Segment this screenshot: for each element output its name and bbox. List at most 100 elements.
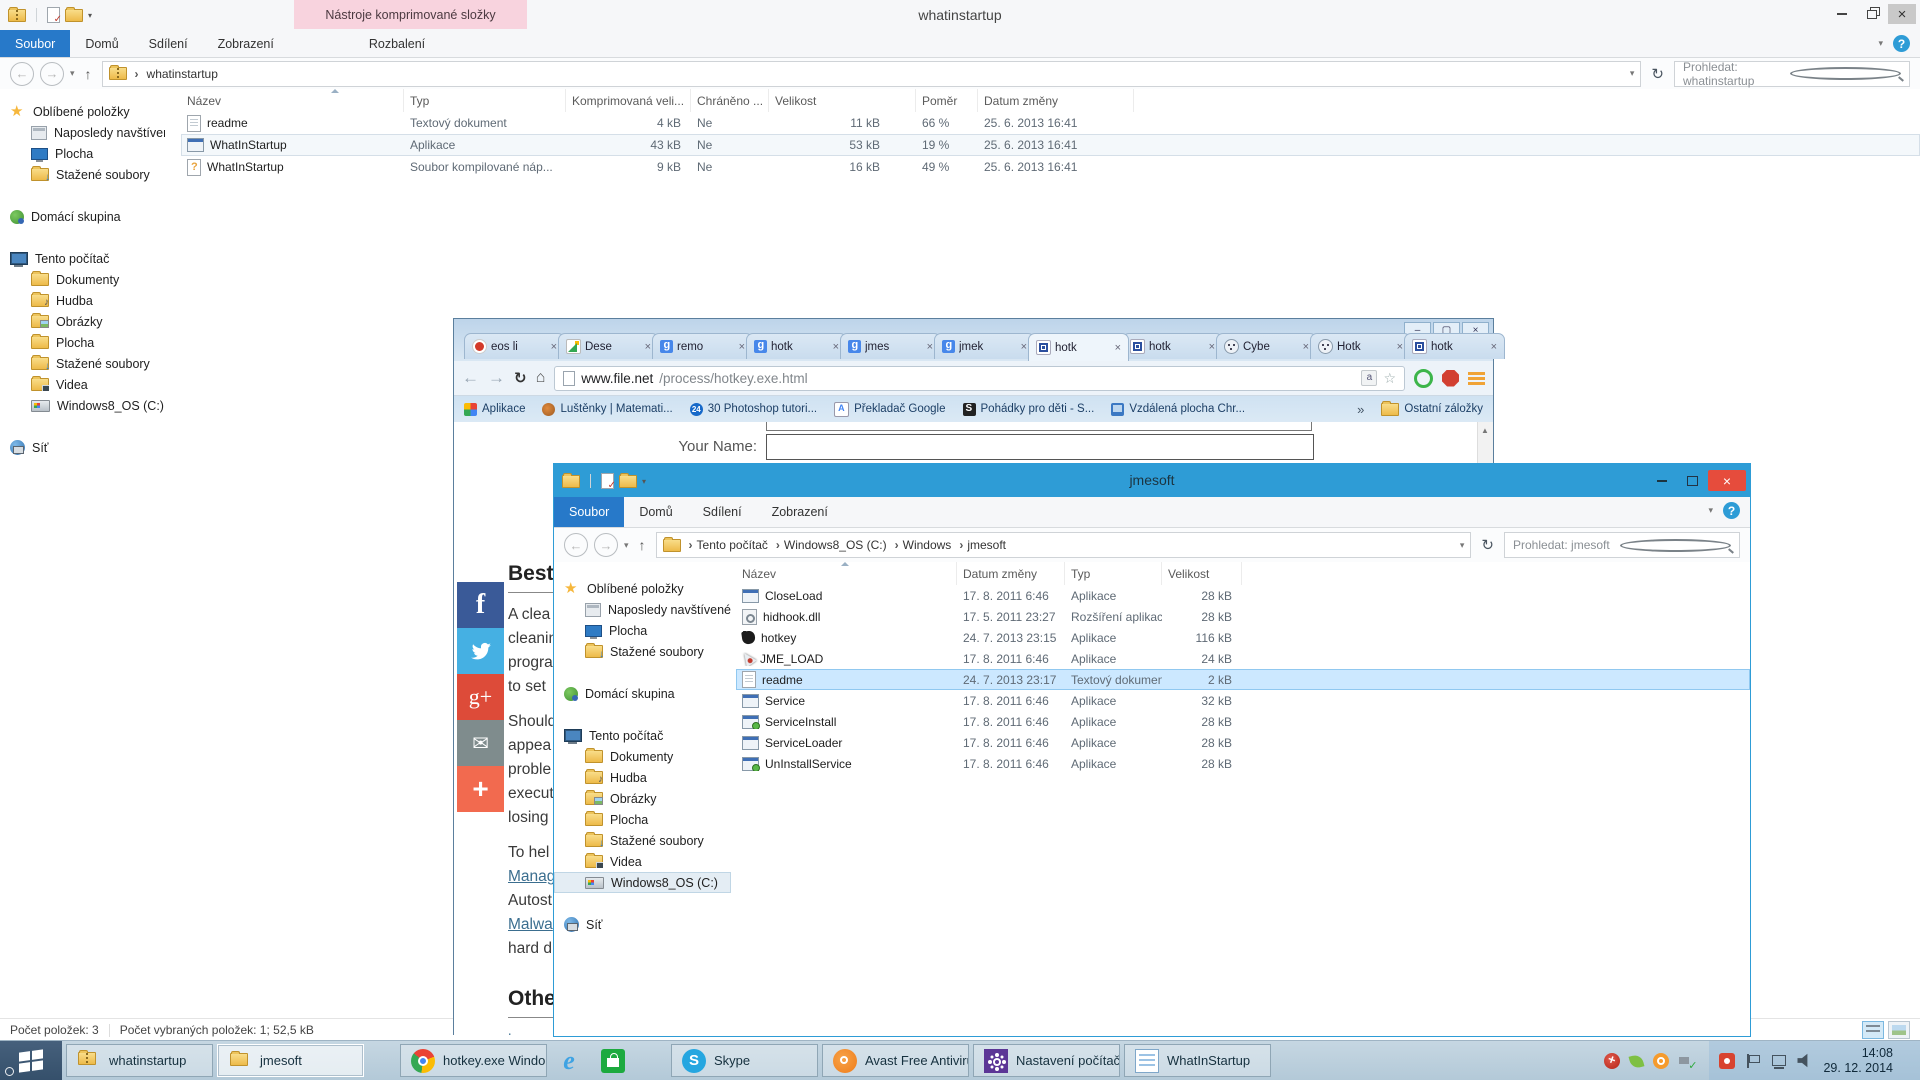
file-row[interactable]: readme Textový dokument 4 kB Ne 11 kB 66… bbox=[181, 112, 1920, 134]
sidebar-item[interactable]: Oblíbené položky bbox=[554, 578, 731, 599]
taskbar-button[interactable] bbox=[595, 1044, 635, 1077]
bookmark-item[interactable]: 30 Photoshop tutori... bbox=[690, 403, 817, 416]
file-row[interactable]: Service 17. 8. 2011 6:46 Aplikace 32 kB bbox=[736, 690, 1750, 711]
sidebar-item[interactable]: Obrázky bbox=[0, 311, 165, 332]
bookmark-item[interactable]: Aplikace bbox=[464, 403, 525, 416]
column-header[interactable]: Chráněno ... bbox=[691, 89, 769, 112]
sidebar-item[interactable]: Obrázky bbox=[554, 788, 731, 809]
sidebar-item[interactable]: Stažené soubory bbox=[0, 164, 165, 185]
help-icon[interactable]: ? bbox=[1723, 502, 1740, 519]
sidebar-item[interactable]: Dokumenty bbox=[554, 746, 731, 767]
taskbar-button[interactable]: Avast Free Antivirus bbox=[822, 1044, 969, 1077]
taskbar-button[interactable]: hotkey.exe Windo... bbox=[400, 1044, 547, 1077]
close-button[interactable]: × bbox=[1708, 470, 1746, 491]
column-header[interactable]: Název bbox=[736, 562, 957, 585]
tray-icon[interactable] bbox=[1653, 1053, 1669, 1069]
recent-locations-icon[interactable]: ▾ bbox=[624, 540, 629, 551]
ribbon-tab[interactable]: Soubor bbox=[554, 497, 624, 527]
bookmark-item[interactable]: Pohádky pro děti - S... bbox=[963, 403, 1095, 416]
browser-tab[interactable]: hotk × bbox=[1028, 333, 1129, 361]
bookmark-star-icon[interactable]: ☆ bbox=[1383, 370, 1396, 387]
sidebar-item[interactable]: Hudba bbox=[0, 290, 165, 311]
back-icon[interactable]: ← bbox=[462, 368, 479, 388]
search-input[interactable]: Prohledat: jmesoft bbox=[1504, 532, 1740, 558]
facebook-share-button[interactable]: f bbox=[457, 582, 504, 628]
sidebar-item[interactable]: Videa bbox=[0, 374, 165, 395]
googleplus-share-button[interactable]: g+ bbox=[457, 674, 504, 720]
column-header[interactable]: Velikost bbox=[769, 89, 916, 112]
tab-close-icon[interactable]: × bbox=[1115, 342, 1121, 354]
menu-icon[interactable] bbox=[1468, 372, 1485, 385]
sidebar-item[interactable]: Domácí skupina bbox=[0, 206, 165, 227]
ribbon-tab[interactable]: Zobrazení bbox=[757, 497, 843, 527]
refresh-icon[interactable]: ↻ bbox=[1651, 65, 1664, 83]
thumbnail-view-button[interactable] bbox=[1888, 1021, 1910, 1039]
sidebar-item[interactable]: Stažené soubory bbox=[554, 830, 731, 851]
browser-tab[interactable]: hotk × bbox=[1122, 333, 1223, 359]
forward-button[interactable]: → bbox=[40, 62, 64, 86]
forward-icon[interactable]: → bbox=[488, 368, 505, 388]
browser-tab[interactable]: hotk × bbox=[1404, 333, 1505, 359]
taskbar-button[interactable]: whatinstartup bbox=[66, 1044, 213, 1077]
tray-icon[interactable] bbox=[1771, 1053, 1787, 1069]
ribbon-expand-icon[interactable]: ▾ bbox=[1878, 38, 1883, 49]
sidebar-item[interactable]: Plocha bbox=[0, 332, 165, 353]
search-input[interactable]: Prohledat: whatinstartup bbox=[1674, 61, 1910, 87]
browser-tab[interactable]: Cybe × bbox=[1216, 333, 1317, 359]
column-header[interactable]: Datum změny bbox=[957, 562, 1065, 585]
address-dropdown-icon[interactable]: ▾ bbox=[1630, 68, 1635, 79]
ribbon-tab[interactable]: Domů bbox=[70, 30, 133, 57]
file-row[interactable]: WhatInStartup Aplikace 43 kB Ne 53 kB 19… bbox=[181, 134, 1920, 156]
file-row[interactable]: hotkey 24. 7. 2013 23:15 Aplikace 116 kB bbox=[736, 627, 1750, 648]
column-header[interactable]: Typ bbox=[1065, 562, 1162, 585]
recent-locations-icon[interactable]: ▾ bbox=[70, 68, 75, 79]
address-bar[interactable]: www.file.net/process/hotkey.exe.html a ☆ bbox=[554, 366, 1405, 391]
sidebar-item[interactable]: Tento počítač bbox=[0, 248, 165, 269]
column-header[interactable]: Datum změny bbox=[978, 89, 1134, 112]
translate-icon[interactable]: a bbox=[1361, 370, 1377, 386]
tab-close-icon[interactable]: × bbox=[739, 341, 745, 353]
ribbon-tab[interactable]: Domů bbox=[624, 497, 687, 527]
breadcrumb-item[interactable]: Windows8_OS (C:) bbox=[784, 538, 887, 552]
more-share-button[interactable]: + bbox=[457, 766, 504, 812]
back-button[interactable]: ← bbox=[564, 533, 588, 557]
tab-close-icon[interactable]: × bbox=[927, 341, 933, 353]
tray-icon[interactable] bbox=[1629, 1054, 1645, 1070]
tab-close-icon[interactable]: × bbox=[551, 341, 557, 353]
file-row[interactable]: readme 24. 7. 2013 23:17 Textový dokumen… bbox=[736, 669, 1750, 690]
tab-close-icon[interactable]: × bbox=[1303, 341, 1309, 353]
browser-tab[interactable]: jmes × bbox=[840, 333, 941, 359]
ribbon-tab[interactable]: Zobrazení bbox=[203, 30, 289, 57]
sidebar-item[interactable]: Stažené soubory bbox=[554, 641, 731, 662]
bookmarks-overflow-icon[interactable]: » bbox=[1357, 402, 1364, 417]
tray-icon[interactable] bbox=[1797, 1053, 1813, 1069]
sidebar-item[interactable]: Plocha bbox=[554, 809, 731, 830]
ribbon-tab[interactable]: Rozbalení bbox=[341, 30, 453, 57]
tray-icon[interactable] bbox=[1745, 1053, 1761, 1069]
taskbar-button[interactable]: WhatInStartup bbox=[1124, 1044, 1271, 1077]
sidebar-item[interactable]: Naposledy navštívené bbox=[554, 599, 731, 620]
sidebar-item[interactable]: Naposledy navštívené bbox=[0, 122, 165, 143]
twitter-share-button[interactable] bbox=[457, 628, 504, 674]
file-row[interactable]: UnInstallService 17. 8. 2011 6:46 Aplika… bbox=[736, 753, 1750, 774]
file-row[interactable]: JME_LOAD 17. 8. 2011 6:46 Aplikace 24 kB bbox=[736, 648, 1750, 669]
breadcrumb-item[interactable]: Windows bbox=[903, 538, 952, 552]
breadcrumb-item[interactable]: whatinstartup bbox=[147, 67, 218, 81]
form-field-partial[interactable] bbox=[766, 422, 1312, 431]
browser-tab[interactable]: jmek × bbox=[934, 333, 1035, 359]
sidebar-item[interactable]: Plocha bbox=[0, 143, 165, 164]
ribbon-tab[interactable]: Sdílení bbox=[134, 30, 203, 57]
up-button[interactable]: ↑ bbox=[85, 66, 92, 82]
file-row[interactable]: ServiceLoader 17. 8. 2011 6:46 Aplikace … bbox=[736, 732, 1750, 753]
tab-close-icon[interactable]: × bbox=[1491, 341, 1497, 353]
file-row[interactable]: WhatInStartup Soubor kompilované náp... … bbox=[181, 156, 1920, 178]
taskbar-button[interactable] bbox=[551, 1044, 591, 1077]
your-name-input[interactable] bbox=[766, 434, 1314, 460]
breadcrumb-item[interactable]: jmesoft bbox=[967, 538, 1006, 552]
help-icon[interactable]: ? bbox=[1893, 35, 1910, 52]
reload-icon[interactable]: ↻ bbox=[514, 369, 527, 387]
browser-tab[interactable]: Hotk × bbox=[1310, 333, 1411, 359]
bookmark-item[interactable]: Překladač Google bbox=[834, 402, 945, 417]
sidebar-item[interactable]: Síť bbox=[0, 437, 165, 458]
other-bookmarks[interactable]: Ostatní záložky bbox=[1381, 403, 1483, 416]
